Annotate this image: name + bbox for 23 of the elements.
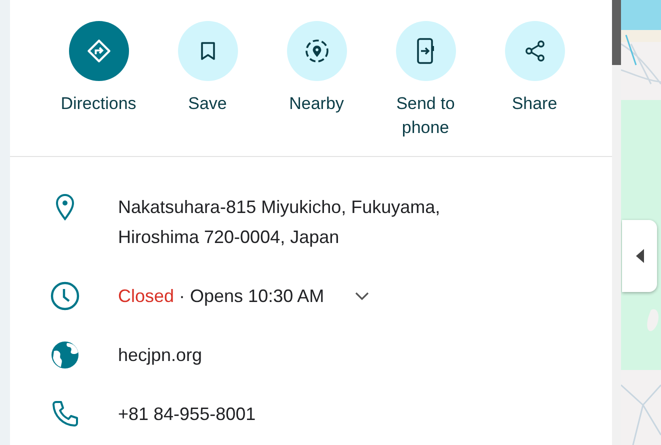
share-icon <box>522 39 546 63</box>
scrollbar[interactable] <box>612 0 621 445</box>
expand-chevron-icon[interactable] <box>355 292 370 300</box>
action-label[interactable]: Save <box>158 92 258 116</box>
directions-icon <box>86 38 112 64</box>
location-pin-icon <box>55 193 75 221</box>
clock-icon <box>50 281 80 311</box>
address-text[interactable]: Nakatsuhara-815 Miyukicho, Fukuyama, Hiroshima 720-0004, Japan <box>118 192 440 252</box>
collapse-panel-tab[interactable] <box>622 220 657 292</box>
nearby-icon <box>304 38 330 64</box>
opening-hours[interactable]: · Opens 10:30 AM <box>179 281 324 311</box>
caret-left-icon <box>636 249 644 263</box>
action-label[interactable]: Send to phone <box>376 92 476 140</box>
action-label[interactable]: Nearby <box>266 92 366 116</box>
action-label[interactable]: Directions <box>48 92 148 116</box>
phone-icon <box>51 400 79 428</box>
hours-status: Closed <box>118 285 174 308</box>
website-link[interactable]: hecjpn.org <box>118 340 202 370</box>
scrollbar-thumb[interactable] <box>612 0 621 65</box>
phone-number[interactable]: +81 84-955-8001 <box>118 399 256 429</box>
action-label[interactable]: Share <box>484 92 584 116</box>
bookmark-icon <box>200 41 216 61</box>
globe-icon <box>50 340 80 370</box>
